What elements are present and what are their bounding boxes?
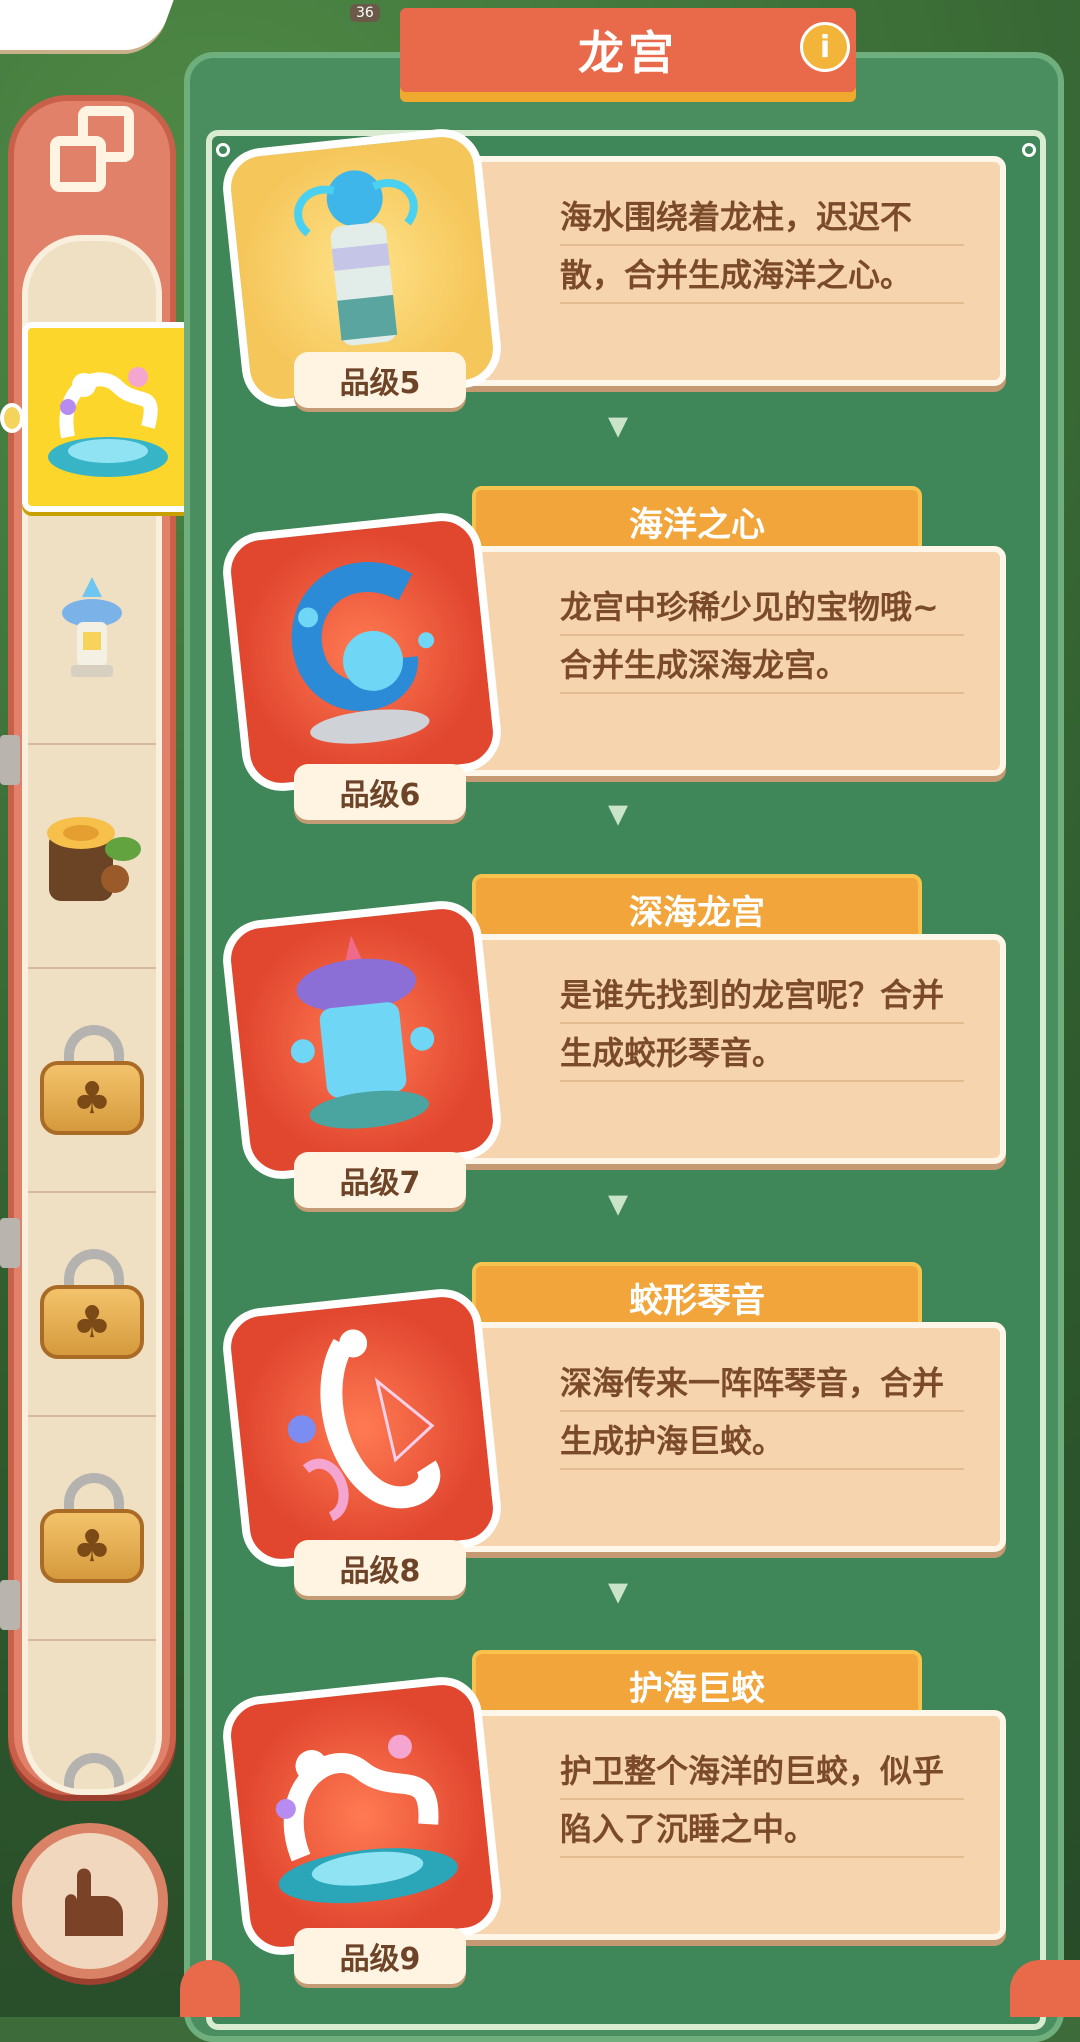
chevron-down-icon: ▾ <box>588 800 648 826</box>
hand-pointer-icon <box>45 1856 135 1946</box>
selection-indicator <box>0 403 24 433</box>
chevron-down-icon: ▾ <box>588 1190 648 1216</box>
info-button[interactable]: i <box>800 22 850 72</box>
item-image <box>219 897 505 1183</box>
item-card-grade6[interactable]: 海洋之心 龙宫中珍稀少见的宝物哦~合并生成深海龙宫。 品级6 <box>224 486 1014 806</box>
lock-icon <box>40 1753 144 1795</box>
item-description: 是谁先找到的龙宫呢？合并生成蛟形琴音。 <box>560 966 964 1082</box>
grade-badge: 品级8 <box>294 1540 466 1596</box>
item-description: 海水围绕着龙柱，迟迟不散，合并生成海洋之心。 <box>560 188 964 304</box>
title-banner: 龙宫 <box>400 8 856 92</box>
corner-dot <box>1022 143 1036 157</box>
scroll-knob <box>0 1580 20 1630</box>
item-card-grade7[interactable]: 深海龙宫 是谁先找到的龙宫呢？合并生成蛟形琴音。 品级7 <box>224 874 1014 1194</box>
item-card-grade8[interactable]: 蛟形琴音 深海传来一阵阵琴音，合并生成护海巨蛟。 品级8 <box>224 1262 1014 1582</box>
sidebar-item-locked-3[interactable]: ♣ <box>28 1417 156 1641</box>
grade-badge: 品级7 <box>294 1152 466 1208</box>
dragon-pillar-icon <box>272 160 452 376</box>
description-card: 海水围绕着龙柱，迟迟不散，合并生成海洋之心。 <box>444 156 1006 386</box>
dragon-harp-icon <box>252 1313 473 1543</box>
page-title: 龙宫 <box>578 17 678 83</box>
item-image <box>219 1285 505 1571</box>
lock-icon: ♣ <box>40 1473 144 1583</box>
item-description: 护卫整个海洋的巨蛟，似乎陷入了沉睡之中。 <box>560 1742 964 1858</box>
corner-decoration <box>1010 1960 1080 2017</box>
description-card: 龙宫中珍稀少见的宝物哦~合并生成深海龙宫。 <box>444 546 1006 776</box>
chevron-down-icon: ▾ <box>588 412 648 438</box>
description-card: 是谁先找到的龙宫呢？合并生成蛟形琴音。 <box>444 934 1006 1164</box>
grade-badge: 品级9 <box>294 1928 466 1984</box>
ocean-heart-icon <box>262 543 462 761</box>
corner-decoration <box>180 1960 240 2017</box>
item-card-grade9[interactable]: 护海巨蛟 护卫整个海洋的巨蛟，似乎陷入了沉睡之中。 品级9 <box>224 1650 1014 1970</box>
item-description: 龙宫中珍稀少见的宝物哦~合并生成深海龙宫。 <box>560 578 964 694</box>
chevron-down-icon: ▾ <box>588 1578 648 1604</box>
hand-pointer-button[interactable] <box>12 1823 168 1979</box>
grade-badge: 品级5 <box>294 352 466 408</box>
guardian-dragon-thumb-icon <box>38 347 178 487</box>
item-card-grade5[interactable]: 海水围绕着龙柱，迟迟不散，合并生成海洋之心。 品级5 <box>224 100 1014 420</box>
scroll-knob <box>0 1218 20 1268</box>
lock-icon: ♣ <box>40 1025 144 1135</box>
grade-badge: 品级6 <box>294 764 466 820</box>
sidebar-item-locked-4[interactable] <box>28 1641 156 1795</box>
lock-icon: ♣ <box>40 1249 144 1359</box>
back-arrow-icon <box>34 0 74 10</box>
sidebar-item-selected-dragon[interactable] <box>22 322 194 512</box>
item-description: 深海传来一阵阵琴音，合并生成护海巨蛟。 <box>560 1354 964 1470</box>
top-counter: 36 <box>350 4 380 22</box>
info-icon: i <box>820 30 830 65</box>
description-card: 深海传来一阵阵琴音，合并生成护海巨蛟。 <box>444 1322 1006 1552</box>
item-image <box>219 509 505 795</box>
item-image <box>219 1673 505 1959</box>
sidebar-item-lamp[interactable] <box>28 521 156 745</box>
deep-sea-palace-icon <box>262 926 463 1154</box>
sidebar-item-tree-stump[interactable] <box>28 745 156 969</box>
sidebar-item-locked-1[interactable]: ♣ <box>28 969 156 1193</box>
tree-stump-icon <box>37 801 147 911</box>
guardian-dragon-icon <box>247 1701 478 1932</box>
switch-view-icon[interactable] <box>42 100 142 200</box>
description-card: 护卫整个海洋的巨蛟，似乎陷入了沉睡之中。 <box>444 1710 1006 1940</box>
lamp-tower-icon <box>57 577 127 687</box>
scroll-knob <box>0 735 20 785</box>
sidebar-item-locked-2[interactable]: ♣ <box>28 1193 156 1417</box>
